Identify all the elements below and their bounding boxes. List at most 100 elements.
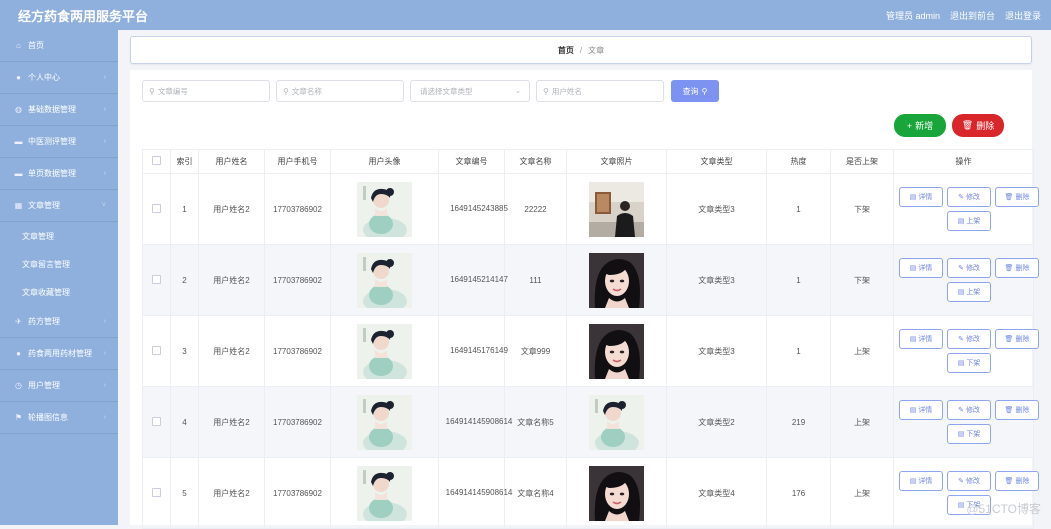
select-all-checkbox[interactable]	[142, 149, 171, 174]
cell-article-photo	[566, 173, 667, 245]
sidebar-item-articles[interactable]: ▦ 文章管理 ˅	[0, 190, 118, 222]
to-front-link[interactable]: 退出到前台	[950, 9, 995, 22]
toggle-shelf-button[interactable]: ▤ 下架	[947, 424, 991, 444]
edit-button[interactable]: ✎ 修改	[947, 329, 991, 349]
sidebar-item-single-page[interactable]: ▬ 单页数据管理 ›	[0, 158, 118, 190]
row-checkbox[interactable]	[142, 457, 171, 529]
cell-user-name: 用户姓名2	[198, 173, 265, 245]
row-checkbox[interactable]	[142, 173, 171, 245]
sidebar-item-users[interactable]: ◷ 用户管理 ›	[0, 370, 118, 402]
column-header: 用户姓名	[198, 149, 265, 174]
edit-button[interactable]: ✎ 修改	[947, 471, 991, 491]
user-icon: ●	[16, 72, 21, 82]
document-icon: ▤	[957, 360, 965, 367]
row-checkbox[interactable]	[142, 386, 171, 458]
detail-button[interactable]: ▤ 详情	[899, 400, 943, 420]
document-icon: ▤	[909, 194, 917, 201]
article-number-text: 1649141459086​14	[445, 417, 513, 426]
cell-article-name: 22222	[504, 173, 567, 245]
trash-icon: 🗑	[961, 120, 974, 130]
chevron-icon: ˅	[101, 202, 106, 209]
article-photo-image	[589, 252, 644, 308]
cell-article-number: 1649145214147	[438, 244, 508, 316]
add-button[interactable]: + 新增	[894, 114, 946, 137]
detail-label: 详情	[918, 194, 933, 201]
sidebar-item-profile[interactable]: ● 个人中心 ›	[0, 62, 118, 94]
edit-label: 修改	[965, 194, 980, 201]
toggle-shelf-button[interactable]: ▤ 上架	[947, 282, 991, 302]
sidebar-item-label: 基础数据管理	[28, 105, 76, 114]
search-icon: ⚲	[543, 86, 549, 96]
toggle-shelf-button[interactable]: ▤ 下架	[947, 353, 991, 373]
article-number-text: 16491414590​8614	[445, 488, 513, 497]
cell-article-type: 文章类型4	[666, 457, 767, 529]
user-avatar-image	[357, 394, 412, 450]
detail-button[interactable]: ▤ 详情	[899, 187, 943, 207]
sidebar-subitem-articles[interactable]: 文章管理	[0, 222, 118, 250]
article-type-select[interactable]: 请选择文章类型 ⌄	[410, 80, 530, 102]
sidebar-item-label: 中医测评管理	[28, 137, 76, 146]
chevron-icon: ›	[103, 382, 106, 389]
user-name-input[interactable]: ⚲ 用户姓名	[536, 80, 664, 102]
chevron-icon: ›	[103, 170, 106, 177]
delete-row-button[interactable]: 🗑 删除	[995, 187, 1039, 207]
article-name-input[interactable]: ⚲ 文章名称	[276, 80, 404, 102]
app-title: 经方药食两用服务平台	[18, 8, 149, 24]
delete-row-button[interactable]: 🗑 删除	[995, 400, 1039, 420]
document-icon: ▤	[957, 431, 965, 438]
table-row: 2 用户姓名2 17703786902 1649145214147 111 文章类型3 1 下…	[142, 244, 1039, 316]
cell-phone: 17703786902	[264, 457, 331, 529]
edit-label: 修改	[965, 407, 980, 414]
cell-article-type: 文章类型3	[666, 173, 767, 245]
article-number-text: 1649145214147	[450, 275, 508, 284]
detail-button[interactable]: ▤ 详情	[899, 471, 943, 491]
cell-operations: ▤ 详情 ✎ 修改 🗑 删除 ▤ 下架	[893, 457, 1039, 529]
table-row: 5 用户姓名2 17703786902 16491414590​8614 文章名称4 文章…	[142, 457, 1039, 529]
breadcrumb-home[interactable]: 首页	[558, 45, 574, 56]
query-button[interactable]: 查询 ⚲	[671, 80, 719, 102]
sidebar-subitem-comments[interactable]: 文章留言管理	[0, 250, 118, 278]
article-photo-image	[589, 394, 644, 450]
pencil-icon: ✎	[958, 265, 964, 272]
sidebar-item-herbs[interactable]: ● 药食两用药材管理 ›	[0, 338, 118, 370]
cell-index: 3	[170, 315, 199, 387]
delete-button[interactable]: 🗑 删除	[952, 114, 1004, 137]
row-checkbox[interactable]	[142, 244, 171, 316]
cell-status: 下架	[830, 173, 894, 245]
detail-button[interactable]: ▤ 详情	[899, 329, 943, 349]
table-row: 1 用户姓名2 17703786902 1649145243885 22222 文章类型3…	[142, 173, 1039, 245]
edit-button[interactable]: ✎ 修改	[947, 400, 991, 420]
detail-button[interactable]: ▤ 详情	[899, 258, 943, 278]
article-number-placeholder: 文章编号	[157, 86, 188, 96]
trash-icon: 🗑	[1004, 336, 1014, 343]
edit-button[interactable]: ✎ 修改	[947, 187, 991, 207]
delete-row-label: 删除	[1015, 265, 1030, 272]
article-number-input[interactable]: ⚲ 文章编号	[142, 80, 270, 102]
chevron-icon: ›	[103, 138, 106, 145]
cell-article-photo	[566, 244, 667, 316]
document-icon: ▤	[957, 218, 965, 225]
delete-row-button[interactable]: 🗑 删除	[995, 471, 1039, 491]
document-icon: ▤	[909, 336, 917, 343]
sidebar-item-home[interactable]: ⌂ 首页	[0, 30, 118, 62]
toggle-shelf-button[interactable]: ▤ 上架	[947, 211, 991, 231]
chevron-icon: ›	[103, 318, 106, 325]
sidebar-item-tcm-eval[interactable]: ▬ 中医测评管理 ›	[0, 126, 118, 158]
breadcrumb-separator: /	[579, 45, 583, 55]
sidebar-item-label: 药方管理	[28, 317, 60, 326]
pencil-icon: ✎	[958, 194, 964, 201]
cell-article-number: 1649145243885	[438, 173, 508, 245]
sidebar-subitem-favorites[interactable]: 文章收藏管理	[0, 278, 118, 306]
row-checkbox[interactable]	[142, 315, 171, 387]
sidebar-item-carousel[interactable]: ⚑ 轮播图信息 ›	[0, 402, 118, 434]
delete-row-button[interactable]: 🗑 删除	[995, 329, 1039, 349]
edit-button[interactable]: ✎ 修改	[947, 258, 991, 278]
delete-row-button[interactable]: 🗑 删除	[995, 258, 1039, 278]
chevron-icon: ›	[103, 414, 106, 421]
cell-status: 上架	[830, 315, 894, 387]
content-panel: ⚲ 文章编号 ⚲ 文章名称 请选择文章类型 ⌄ ⚲ 用户姓名 查询 ⚲ + 新增 🗑 删除 索…	[130, 70, 1039, 529]
table-header-row: 索引 用户姓名 用户手机号 用户头像 文章编号 文章名称 文章照片 文章类型 热…	[142, 149, 1034, 174]
sidebar-item-basic-data[interactable]: ◍ 基础数据管理 ›	[0, 94, 118, 126]
logout-link[interactable]: 退出登录	[1005, 9, 1041, 22]
sidebar-item-prescriptions[interactable]: ✈ 药方管理 ›	[0, 306, 118, 338]
